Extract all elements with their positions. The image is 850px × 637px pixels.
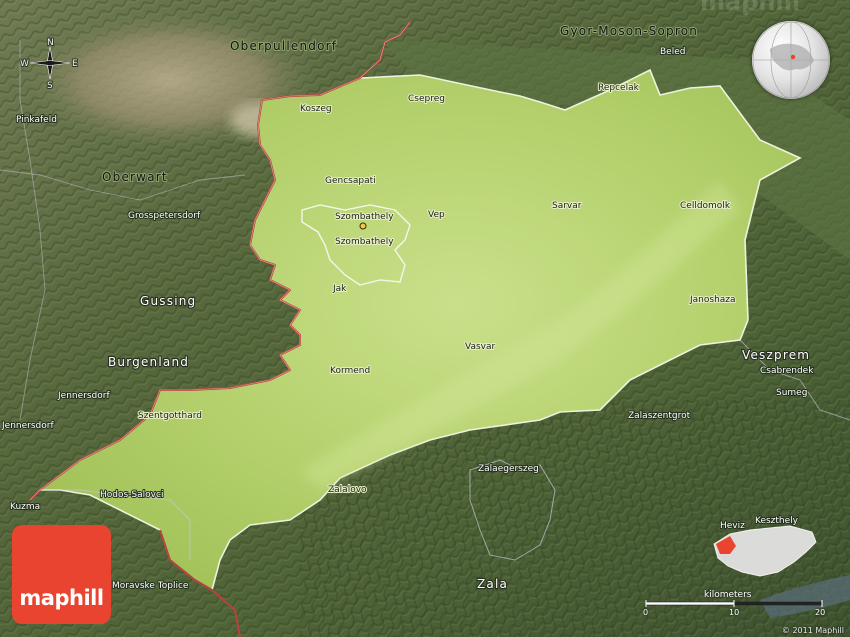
town-label-zalaszentgrot[interactable]: Zalaszentgrot [627,410,692,422]
town-label-szombathely-2[interactable]: Szombathely [334,236,395,248]
town-label-janoshaza[interactable]: Janoshaza [688,294,737,306]
town-label-koszeg[interactable]: Koszeg [299,103,333,115]
town-label-zalalovo[interactable]: Zalalovo [327,484,368,496]
region-label-gyor[interactable]: Gyor-Moson-Sopron [559,23,698,39]
region-label-oberwart[interactable]: Oberwart [101,169,168,185]
town-label-kuzma[interactable]: Kuzma [9,501,41,513]
town-label-celldomolk[interactable]: Celldomolk [679,200,732,212]
country-inset-map[interactable] [708,522,820,582]
town-label-vep[interactable]: Vep [427,209,446,221]
maphill-logo[interactable]: maphill [12,525,111,624]
town-label-oberpullendorf[interactable]: Oberpullendorf [229,38,337,54]
region-label-veszprem[interactable]: Veszprem [741,347,810,363]
scale-tick-10: 10 [729,608,740,617]
region-label-burgenland[interactable]: Burgenland [107,354,189,370]
scale-tick-0: 0 [643,608,649,617]
town-label-grosspetersdorf[interactable]: Grosspetersdorf [127,210,202,222]
town-label-jennersdorf-1[interactable]: Jennersdorf [56,390,111,402]
compass-e: E [72,59,78,69]
scale-bar: kilometers 0 10 20 [640,588,830,624]
capital-marker-szombathely[interactable] [359,222,367,230]
maphill-logo-text: maphill [19,586,104,610]
town-label-kormend[interactable]: Kormend [329,365,371,377]
town-label-beled[interactable]: Beled [659,46,686,58]
town-label-szombathely-1[interactable]: Szombathely [334,211,395,223]
globe-lines-icon [752,21,830,99]
scale-tick-20: 20 [815,608,826,617]
globe-location-dot [790,54,796,60]
watermark: maphill [700,0,801,16]
region-label-gussing[interactable]: Gussing [139,293,197,309]
compass-n: N [47,38,54,48]
town-label-hodos[interactable]: Hodos-Salovci [99,489,164,501]
town-label-gencsapati[interactable]: Gencsapati [324,175,377,187]
town-label-vasvar[interactable]: Vasvar [464,341,497,353]
town-label-jennersdorf-2[interactable]: Jennersdorf [0,420,55,432]
scale-title: kilometers [704,590,752,600]
town-label-csabrendek[interactable]: Csabrendek [759,365,815,377]
town-label-sumeg[interactable]: Sumeg [775,387,808,399]
town-label-csepreg[interactable]: Csepreg [407,93,446,105]
region-label-zala[interactable]: Zala [476,576,508,592]
town-label-jak[interactable]: Jak [331,283,348,295]
town-label-moravske[interactable]: Moravske Toplice [111,580,190,592]
copyright-notice: © 2011 Maphill [781,626,844,635]
town-label-repcelak[interactable]: Repcelak [597,82,641,94]
town-label-szentgotthard[interactable]: Szentgotthard [137,410,203,422]
compass-w: W [20,59,29,69]
compass-s: S [47,81,53,91]
town-label-zalaegerszeg[interactable]: Zalaegerszeg [477,463,540,475]
town-label-sarvar[interactable]: Sarvar [551,200,583,212]
town-label-pinkafeld[interactable]: Pinkafeld [15,114,58,126]
globe-locator[interactable] [752,21,830,99]
